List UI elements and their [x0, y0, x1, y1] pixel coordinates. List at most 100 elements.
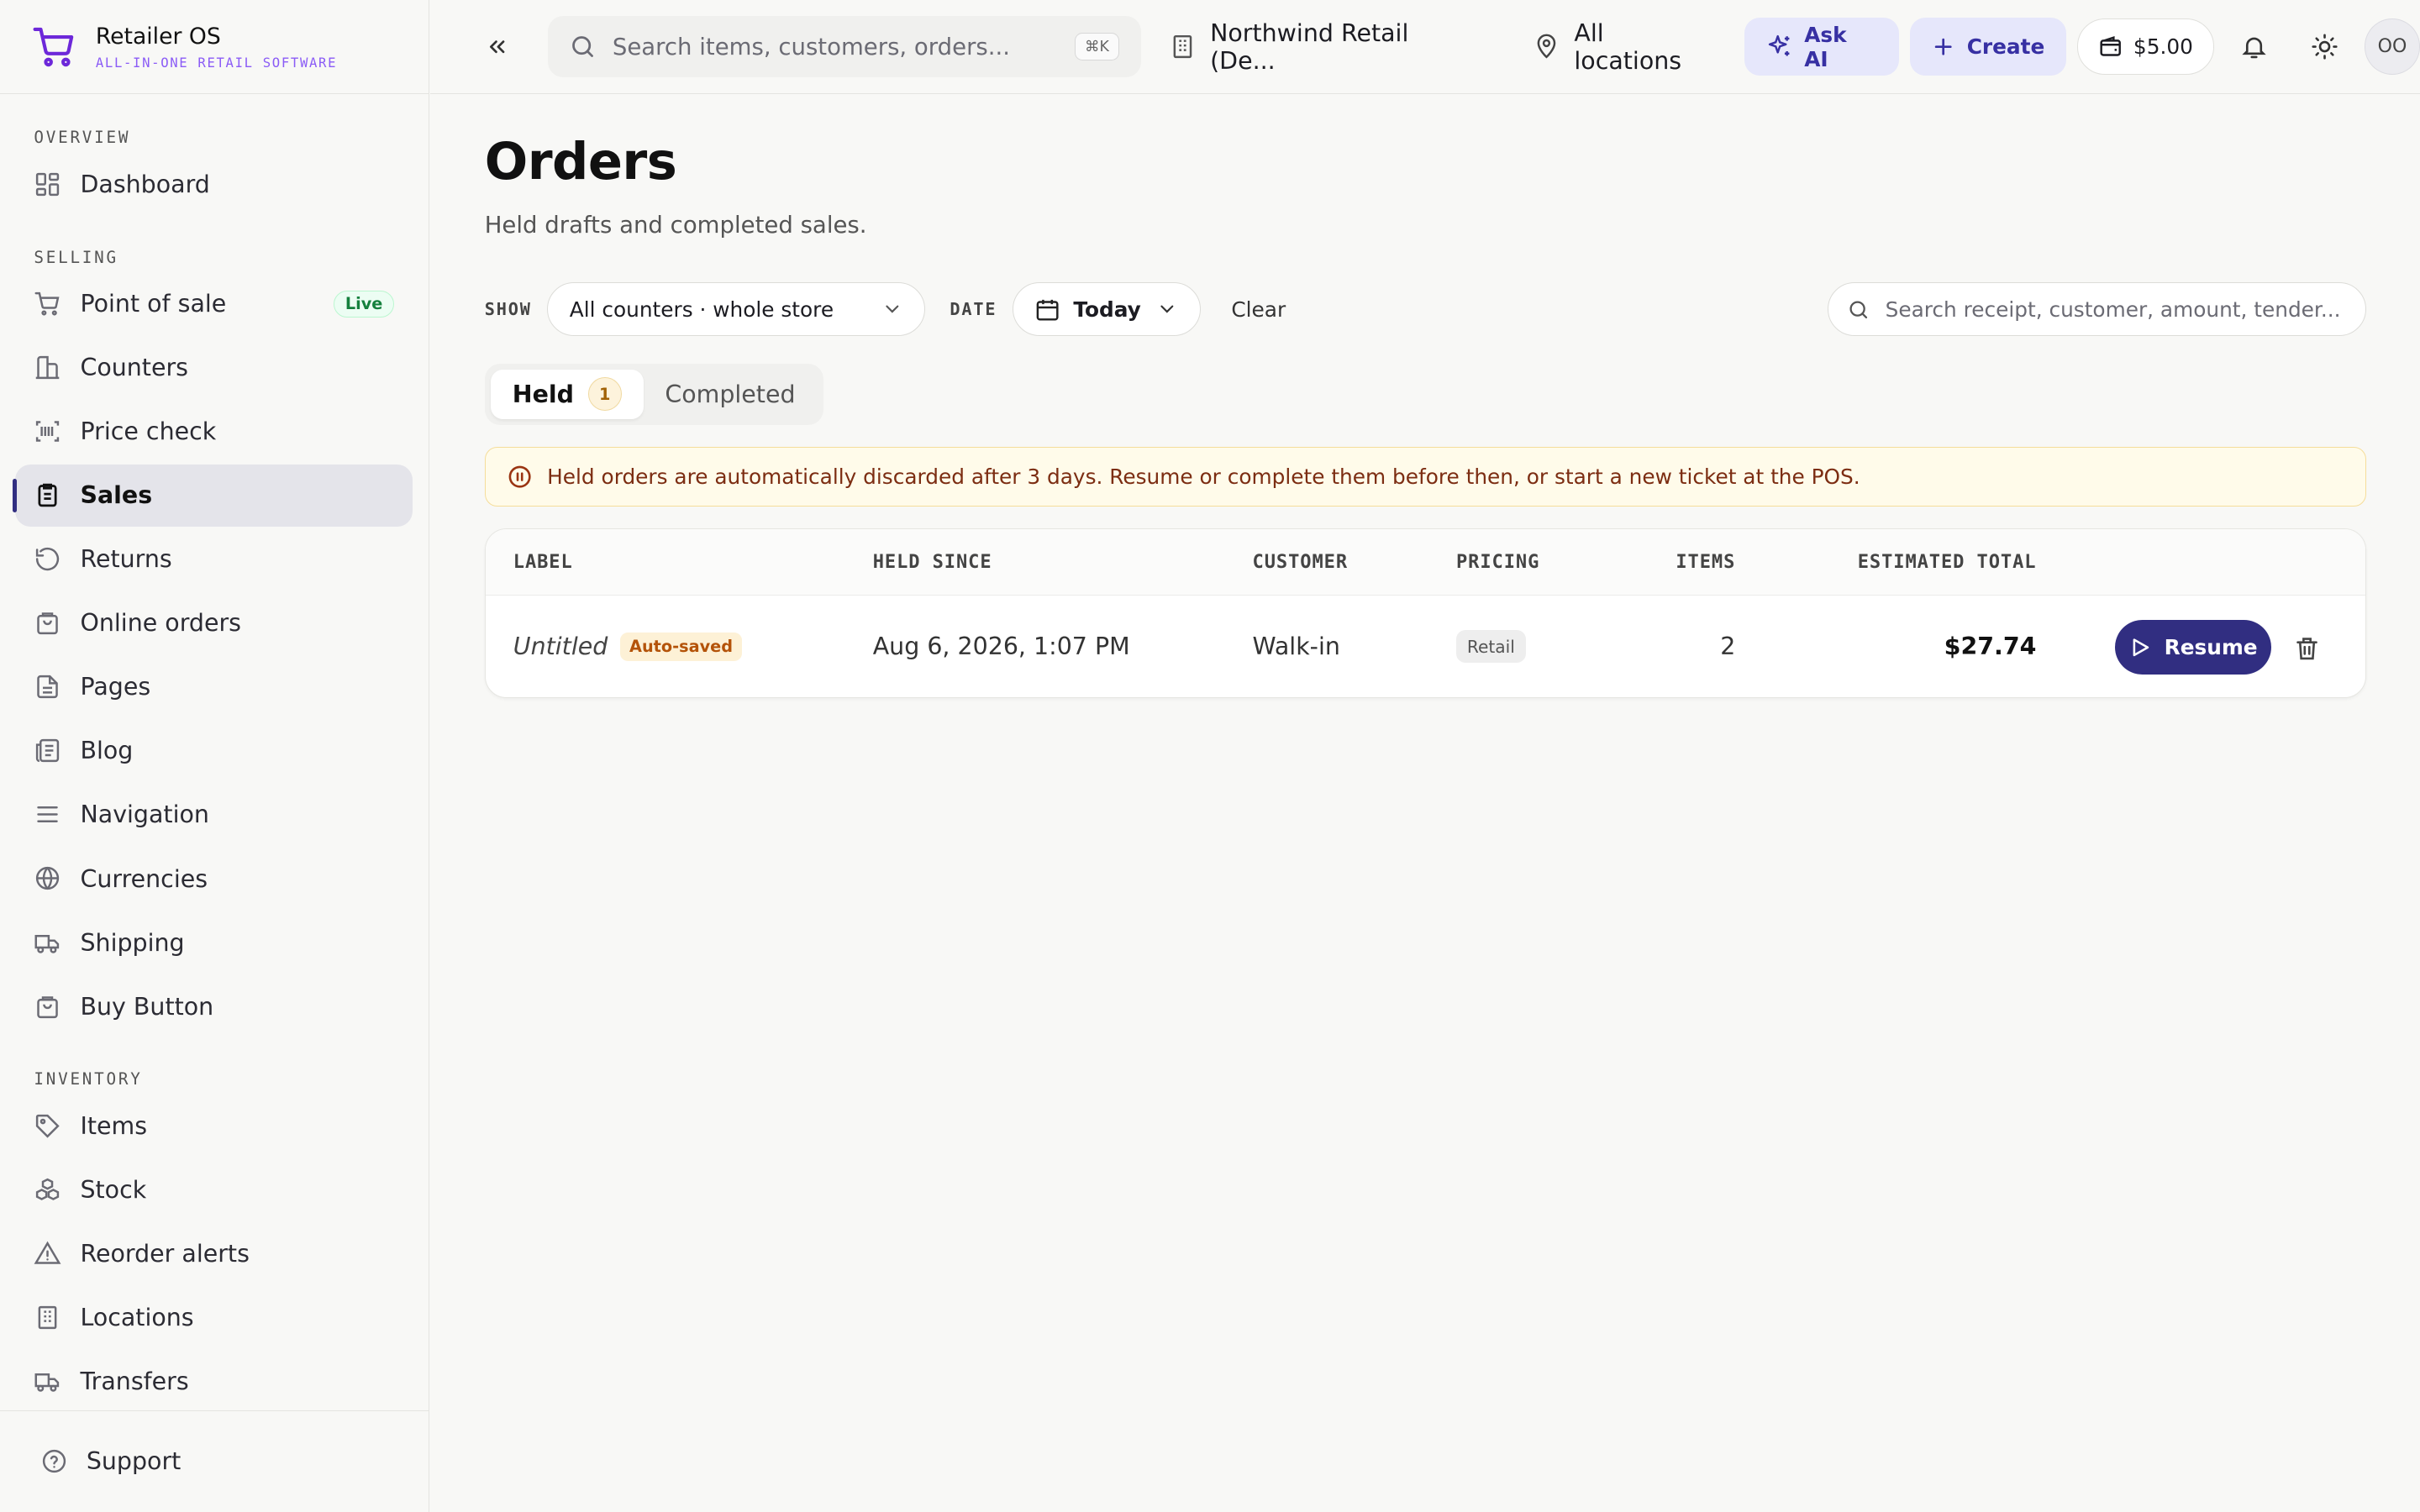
estimated-total-cell: $27.74	[1944, 633, 2037, 661]
sidebar-item-label: Pages	[80, 673, 151, 701]
create-button[interactable]: Create	[1909, 17, 2066, 76]
scan-icon	[34, 417, 61, 445]
cart-logo-icon	[31, 24, 77, 70]
brand-tagline: ALL-IN-ONE RETAIL SOFTWARE	[95, 55, 338, 71]
page-icon	[34, 673, 61, 701]
sidebar-item-reorder-alerts[interactable]: Reorder alerts	[15, 1223, 413, 1284]
auto-saved-badge: Auto-saved	[620, 632, 742, 661]
items-cell: 2	[1720, 633, 1736, 661]
sidebar-item-shipping[interactable]: Shipping	[15, 911, 413, 973]
tab-label: Completed	[665, 380, 796, 408]
resume-label: Resume	[2164, 635, 2258, 660]
column-header-estimated-total[interactable]: ESTIMATED TOTAL	[1858, 529, 2037, 596]
held-since-cell: Aug 6, 2026, 1:07 PM	[872, 633, 1130, 661]
order-search-placeholder: Search receipt, customer, amount, tender…	[1885, 297, 2341, 322]
location-selector[interactable]: All locations	[1533, 19, 1718, 75]
wallet-balance-button[interactable]: $5.00	[2076, 18, 2214, 75]
sidebar-item-label: Stock	[80, 1175, 147, 1204]
play-icon	[2133, 638, 2149, 656]
customer-cell: Walk-in	[1252, 633, 1340, 661]
chevron-down-icon	[1160, 305, 1174, 314]
truck-icon	[34, 929, 61, 957]
held-orders-notice: Held orders are automatically discarded …	[484, 446, 2366, 507]
sidebar-item-price-check[interactable]: Price check	[15, 401, 413, 462]
pause-circle-icon	[507, 464, 533, 490]
sidebar-item-label: Counters	[80, 354, 188, 382]
app-root: Retailer OS ALL-IN-ONE RETAIL SOFTWARE O…	[0, 0, 2420, 1512]
sidebar-item-blog[interactable]: Blog	[15, 720, 413, 781]
sidebar-item-label: Transfers	[80, 1367, 189, 1395]
map-pin-icon	[1537, 34, 1556, 59]
bag-icon	[34, 993, 61, 1021]
filter-bar: SHOW All counters · whole store DATE Tod…	[485, 281, 2366, 337]
building-icon	[34, 1304, 61, 1331]
wallet-icon	[2100, 35, 2121, 56]
page-subtitle: Held drafts and completed sales.	[484, 211, 867, 239]
store-selector[interactable]: Northwind Retail (De...	[1169, 19, 1481, 75]
date-filter-label: DATE	[950, 299, 997, 320]
ask-ai-button[interactable]: Ask AI	[1744, 17, 1899, 76]
globe-icon	[34, 864, 61, 892]
sidebar-item-label: Currencies	[80, 864, 208, 893]
sidebar-item-label: Locations	[80, 1303, 194, 1331]
sidebar-item-dashboard[interactable]: Dashboard	[15, 154, 413, 215]
column-header-pricing[interactable]: PRICING	[1456, 529, 1539, 596]
user-avatar[interactable]: OO	[2365, 18, 2420, 75]
brand-name: Retailer OS	[95, 24, 221, 50]
truck-icon	[34, 1368, 61, 1395]
sidebar-item-label: Dashboard	[80, 171, 210, 198]
sidebar-item-navigation[interactable]: Navigation	[15, 784, 413, 845]
column-header-items[interactable]: ITEMS	[1676, 529, 1735, 596]
sidebar-item-counters[interactable]: Counters	[15, 337, 413, 398]
building-icon	[1173, 34, 1192, 59]
sidebar-nav: OVERVIEW Dashboard SELLING Point of sale…	[0, 128, 429, 1412]
section-title-inventory: INVENTORY	[34, 1069, 143, 1089]
menu-icon	[34, 801, 61, 828]
tab-held[interactable]: Held 1	[491, 369, 644, 419]
support-link[interactable]: Support	[0, 1410, 429, 1512]
sidebar-item-transfers[interactable]: Transfers	[15, 1351, 413, 1412]
sidebar-item-stock[interactable]: Stock	[15, 1159, 413, 1221]
sidebar-item-point-of-sale[interactable]: Point of sale Live	[15, 273, 413, 334]
tab-completed[interactable]: Completed	[644, 370, 818, 419]
tag-icon	[34, 1112, 61, 1140]
column-header-held-since[interactable]: HELD SINCE	[873, 529, 992, 596]
sidebar-item-buy-button[interactable]: Buy Button	[15, 975, 413, 1037]
sidebar-item-sales[interactable]: Sales	[12, 465, 413, 527]
warning-icon	[34, 1240, 61, 1268]
brand[interactable]: Retailer OS ALL-IN-ONE RETAIL SOFTWARE	[0, 0, 429, 95]
sidebar-item-locations[interactable]: Locations	[15, 1287, 413, 1348]
sidebar-item-returns[interactable]: Returns	[15, 528, 413, 590]
table-row[interactable]: Untitled Auto-saved Aug 6, 2026, 1:07 PM…	[486, 596, 2365, 697]
column-header-customer[interactable]: CUSTOMER	[1253, 529, 1348, 596]
global-search-placeholder: Search items, customers, orders...	[612, 33, 1011, 60]
resume-button[interactable]: Resume	[2115, 620, 2271, 675]
trash-icon	[2296, 638, 2317, 660]
counter-filter-select[interactable]: All counters · whole store	[547, 282, 926, 337]
section-title-overview: OVERVIEW	[34, 128, 131, 148]
notice-text: Held orders are automatically discarded …	[547, 465, 1860, 490]
notifications-button[interactable]	[2226, 18, 2281, 74]
show-filter-label: SHOW	[484, 299, 532, 320]
date-filter-select[interactable]: Today	[1012, 282, 1201, 337]
global-search-input[interactable]: Search items, customers, orders... ⌘K	[547, 15, 1141, 78]
theme-toggle-button[interactable]	[2297, 18, 2353, 74]
cart-icon	[34, 290, 61, 318]
collapse-sidebar-button[interactable]	[474, 24, 520, 70]
live-badge: Live	[334, 290, 395, 318]
sidebar-item-label: Items	[80, 1111, 148, 1140]
sidebar-item-items[interactable]: Items	[15, 1095, 413, 1157]
clear-filters-button[interactable]: Clear	[1231, 297, 1286, 322]
delete-order-button[interactable]	[2288, 629, 2325, 666]
held-count-badge: 1	[587, 377, 622, 412]
order-search-input[interactable]: Search receipt, customer, amount, tender…	[1827, 282, 2366, 337]
sidebar-item-online-orders[interactable]: Online orders	[15, 592, 413, 654]
search-icon	[572, 36, 594, 57]
sidebar-item-pages[interactable]: Pages	[15, 656, 413, 717]
column-header-label[interactable]: LABEL	[513, 529, 573, 596]
location-name: All locations	[1574, 18, 1682, 75]
sidebar-item-currencies[interactable]: Currencies	[15, 848, 413, 909]
sidebar: Retailer OS ALL-IN-ONE RETAIL SOFTWARE O…	[0, 0, 429, 1512]
search-icon	[1849, 300, 1867, 318]
pricing-cell: Retail	[1456, 596, 1526, 697]
